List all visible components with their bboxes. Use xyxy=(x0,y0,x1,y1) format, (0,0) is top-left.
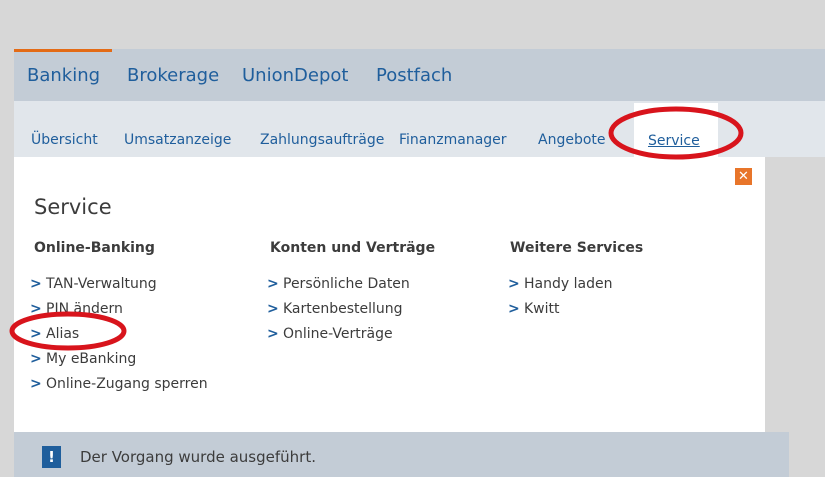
link-label: Alias xyxy=(46,326,80,342)
column-heading-weitere-services: Weitere Services xyxy=(510,240,644,256)
link-kartenbestellung[interactable]: > Kartenbestellung xyxy=(267,301,403,317)
chevron-right-icon: > xyxy=(267,276,279,292)
subnav-service[interactable]: Service xyxy=(634,103,718,157)
link-label: Persönliche Daten xyxy=(283,276,410,292)
chevron-right-icon: > xyxy=(508,301,520,317)
link-label: TAN-Verwaltung xyxy=(46,276,157,292)
link-persoenliche-daten[interactable]: > Persönliche Daten xyxy=(267,276,410,292)
close-icon[interactable]: ✕ xyxy=(735,168,752,185)
chevron-right-icon: > xyxy=(30,351,42,367)
link-label: Handy laden xyxy=(524,276,613,292)
chevron-right-icon: > xyxy=(30,276,42,292)
link-online-vertraege[interactable]: > Online-Verträge xyxy=(267,326,393,342)
link-label: My eBanking xyxy=(46,351,137,367)
chevron-right-icon: > xyxy=(267,326,279,342)
link-handy-laden[interactable]: > Handy laden xyxy=(508,276,612,292)
link-online-zugang-sperren[interactable]: > Online-Zugang sperren xyxy=(30,376,208,392)
sub-nav: Übersicht Umsatzanzeige Zahlungsaufträge… xyxy=(14,101,825,157)
chevron-right-icon: > xyxy=(267,301,279,317)
column-heading-konten-vertraege: Konten und Verträge xyxy=(270,240,436,256)
column-heading-online-banking: Online-Banking xyxy=(34,240,155,256)
link-label: Online-Verträge xyxy=(283,326,393,342)
tab-postfach[interactable]: Postfach xyxy=(376,49,452,101)
info-icon: ! xyxy=(42,446,61,468)
link-my-ebanking[interactable]: > My eBanking xyxy=(30,351,136,367)
link-label: Kartenbestellung xyxy=(283,301,403,317)
chevron-right-icon: > xyxy=(30,376,42,392)
link-pin-aendern[interactable]: > PIN ändern xyxy=(30,301,123,317)
chevron-right-icon: > xyxy=(30,326,42,342)
panel-title: Service xyxy=(34,195,112,219)
main-nav: Banking Brokerage UnionDepot Postfach xyxy=(14,49,825,101)
link-label: Kwitt xyxy=(524,301,560,317)
screenshot: Banking Brokerage UnionDepot Postfach Üb… xyxy=(0,0,825,477)
tab-uniondepot[interactable]: UnionDepot xyxy=(242,49,348,101)
link-kwitt[interactable]: > Kwitt xyxy=(508,301,560,317)
link-alias[interactable]: > Alias xyxy=(30,326,79,342)
link-tan-verwaltung[interactable]: > TAN-Verwaltung xyxy=(30,276,157,292)
tab-banking[interactable]: Banking xyxy=(14,49,112,101)
chevron-right-icon: > xyxy=(508,276,520,292)
link-label: Online-Zugang sperren xyxy=(46,376,208,392)
chevron-right-icon: > xyxy=(30,301,42,317)
link-label: PIN ändern xyxy=(46,301,123,317)
status-message: Der Vorgang wurde ausgeführt. xyxy=(80,448,316,466)
tab-brokerage[interactable]: Brokerage xyxy=(127,49,219,101)
